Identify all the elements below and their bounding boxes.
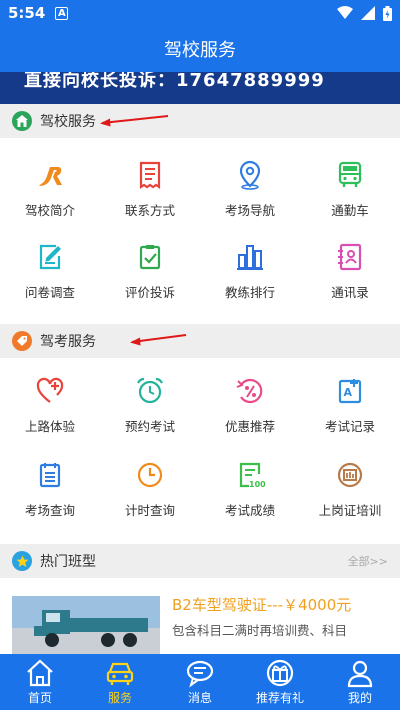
tab-profile[interactable]: 我的 bbox=[320, 654, 400, 710]
page-title: 驾校服务 bbox=[164, 40, 236, 61]
service-label: 考场导航 bbox=[224, 203, 275, 218]
service-label: 预约考试 bbox=[124, 419, 175, 434]
banner-text: 直接向校长投诉：17647889999 bbox=[24, 72, 325, 91]
service-label: 教练排行 bbox=[224, 285, 275, 300]
section-exam-title: 驾考服务 bbox=[40, 334, 96, 350]
status-time: 5:54 bbox=[8, 4, 46, 22]
service-contacts[interactable]: 通讯录 bbox=[300, 230, 400, 310]
tab-home[interactable]: 首页 bbox=[0, 654, 80, 710]
service-certificate-training[interactable]: 上岗证培训 bbox=[300, 448, 400, 528]
section-school-title: 驾校服务 bbox=[40, 114, 96, 130]
tab-label: 服务 bbox=[107, 691, 132, 705]
service-exam-records[interactable]: A 考试记录 bbox=[300, 364, 400, 444]
service-label: 考试记录 bbox=[324, 419, 375, 434]
hot-class-title: B2车型驾驶证---￥4000元 bbox=[172, 596, 352, 614]
edit-form-icon bbox=[39, 244, 61, 270]
discount-icon bbox=[236, 378, 263, 404]
tab-service[interactable]: 服务 bbox=[80, 654, 160, 710]
location-pin-icon bbox=[239, 160, 261, 190]
school-services-grid: 驾校简介 联系方式 考场导航 通勤车 问卷调查 评价投诉 教练排行 通讯录 bbox=[0, 138, 400, 326]
wifi-icon bbox=[337, 6, 353, 19]
nfc-icon: A bbox=[55, 6, 69, 20]
service-label: 驾校简介 bbox=[24, 203, 75, 218]
hot-class-card[interactable]: B2车型驾驶证---￥4000元 包含科目二满时再培训费、科目 bbox=[0, 578, 400, 654]
svg-text:A: A bbox=[344, 386, 353, 399]
section-exam-services: 驾考服务 bbox=[0, 324, 400, 358]
service-label: 上路体验 bbox=[24, 419, 75, 434]
tab-label: 消息 bbox=[187, 691, 212, 705]
service-label: 问卷调查 bbox=[24, 285, 75, 300]
tab-label: 我的 bbox=[347, 691, 372, 705]
jr-logo-icon bbox=[39, 167, 62, 186]
service-exam-site-query[interactable]: 考场查询 bbox=[0, 448, 100, 528]
heart-plus-icon bbox=[36, 377, 64, 403]
house-icon bbox=[12, 111, 32, 131]
service-feedback[interactable]: 评价投诉 bbox=[100, 230, 200, 310]
service-book-exam[interactable]: 预约考试 bbox=[100, 364, 200, 444]
tab-label: 推荐有礼 bbox=[255, 691, 304, 705]
service-timing-query[interactable]: 计时查询 bbox=[100, 448, 200, 528]
tab-messages[interactable]: 消息 bbox=[160, 654, 240, 710]
score-sheet-icon: 100 bbox=[239, 462, 265, 489]
status-bar: 5:54 A bbox=[0, 0, 400, 26]
signal-icon bbox=[361, 6, 375, 20]
section-hot-classes: 热门班型 全部>> bbox=[0, 544, 400, 578]
truck-photo bbox=[12, 596, 160, 654]
service-label: 考场查询 bbox=[24, 503, 75, 518]
service-label: 优惠推荐 bbox=[224, 419, 275, 434]
annotation-arrow-icon bbox=[130, 334, 187, 346]
clock-icon bbox=[137, 462, 163, 488]
svg-text:100: 100 bbox=[249, 480, 265, 489]
view-all-link[interactable]: 全部>> bbox=[348, 553, 388, 569]
car-icon bbox=[106, 662, 134, 685]
service-label: 上岗证培训 bbox=[318, 503, 382, 518]
bottom-tab-bar: 首页 服务 消息 推荐有礼 我的 bbox=[0, 654, 400, 710]
service-label: 通讯录 bbox=[331, 285, 369, 300]
home-icon bbox=[27, 659, 53, 687]
annotation-arrow-icon bbox=[100, 115, 169, 127]
list-icon bbox=[39, 463, 61, 488]
service-school-intro[interactable]: 驾校简介 bbox=[0, 148, 100, 228]
screen: 5:54 A 驾校服务 直接向校长投诉：17647889999 驾校服务 驾校简… bbox=[0, 0, 400, 710]
service-contact[interactable]: 联系方式 bbox=[100, 148, 200, 228]
service-label: 联系方式 bbox=[124, 203, 175, 218]
service-label: 评价投诉 bbox=[124, 285, 175, 300]
battery-icon bbox=[383, 5, 392, 21]
tab-referral-gift[interactable]: 推荐有礼 bbox=[240, 654, 320, 710]
tag-icon bbox=[12, 331, 32, 351]
service-discounts[interactable]: 优惠推荐 bbox=[200, 364, 300, 444]
certificate-icon bbox=[337, 462, 363, 488]
bar-chart-icon bbox=[237, 245, 263, 270]
service-label: 计时查询 bbox=[124, 503, 175, 518]
tab-label: 首页 bbox=[27, 691, 52, 705]
service-coach-ranking[interactable]: 教练排行 bbox=[200, 230, 300, 310]
page-header: 驾校服务 bbox=[0, 26, 400, 72]
alarm-clock-icon bbox=[137, 377, 163, 404]
exam-services-grid: 上路体验 预约考试 优惠推荐 A 考试记录 考场查询 计时查询 100 考试成绩… bbox=[0, 358, 400, 544]
gift-icon bbox=[266, 659, 294, 687]
service-label: 考试成绩 bbox=[224, 503, 275, 518]
banner[interactable]: 直接向校长投诉：17647889999 bbox=[0, 72, 400, 104]
service-survey[interactable]: 问卷调查 bbox=[0, 230, 100, 310]
service-commuter-bus[interactable]: 通勤车 bbox=[300, 148, 400, 228]
receipt-icon bbox=[139, 161, 161, 190]
section-school-services: 驾校服务 bbox=[0, 104, 400, 138]
service-exam-navigation[interactable]: 考场导航 bbox=[200, 148, 300, 228]
section-hot-title: 热门班型 bbox=[40, 554, 96, 570]
service-exam-scores[interactable]: 100 考试成绩 bbox=[200, 448, 300, 528]
user-icon bbox=[347, 660, 373, 688]
bus-icon bbox=[338, 161, 362, 187]
star-icon bbox=[12, 551, 32, 571]
contacts-icon bbox=[338, 243, 362, 271]
hot-class-desc: 包含科目二满时再培训费、科目 bbox=[172, 623, 348, 638]
score-record-icon: A bbox=[338, 379, 362, 404]
chat-bubble-icon bbox=[186, 660, 214, 688]
clipboard-check-icon bbox=[139, 245, 161, 270]
service-road-experience[interactable]: 上路体验 bbox=[0, 364, 100, 444]
service-label: 通勤车 bbox=[331, 203, 369, 218]
